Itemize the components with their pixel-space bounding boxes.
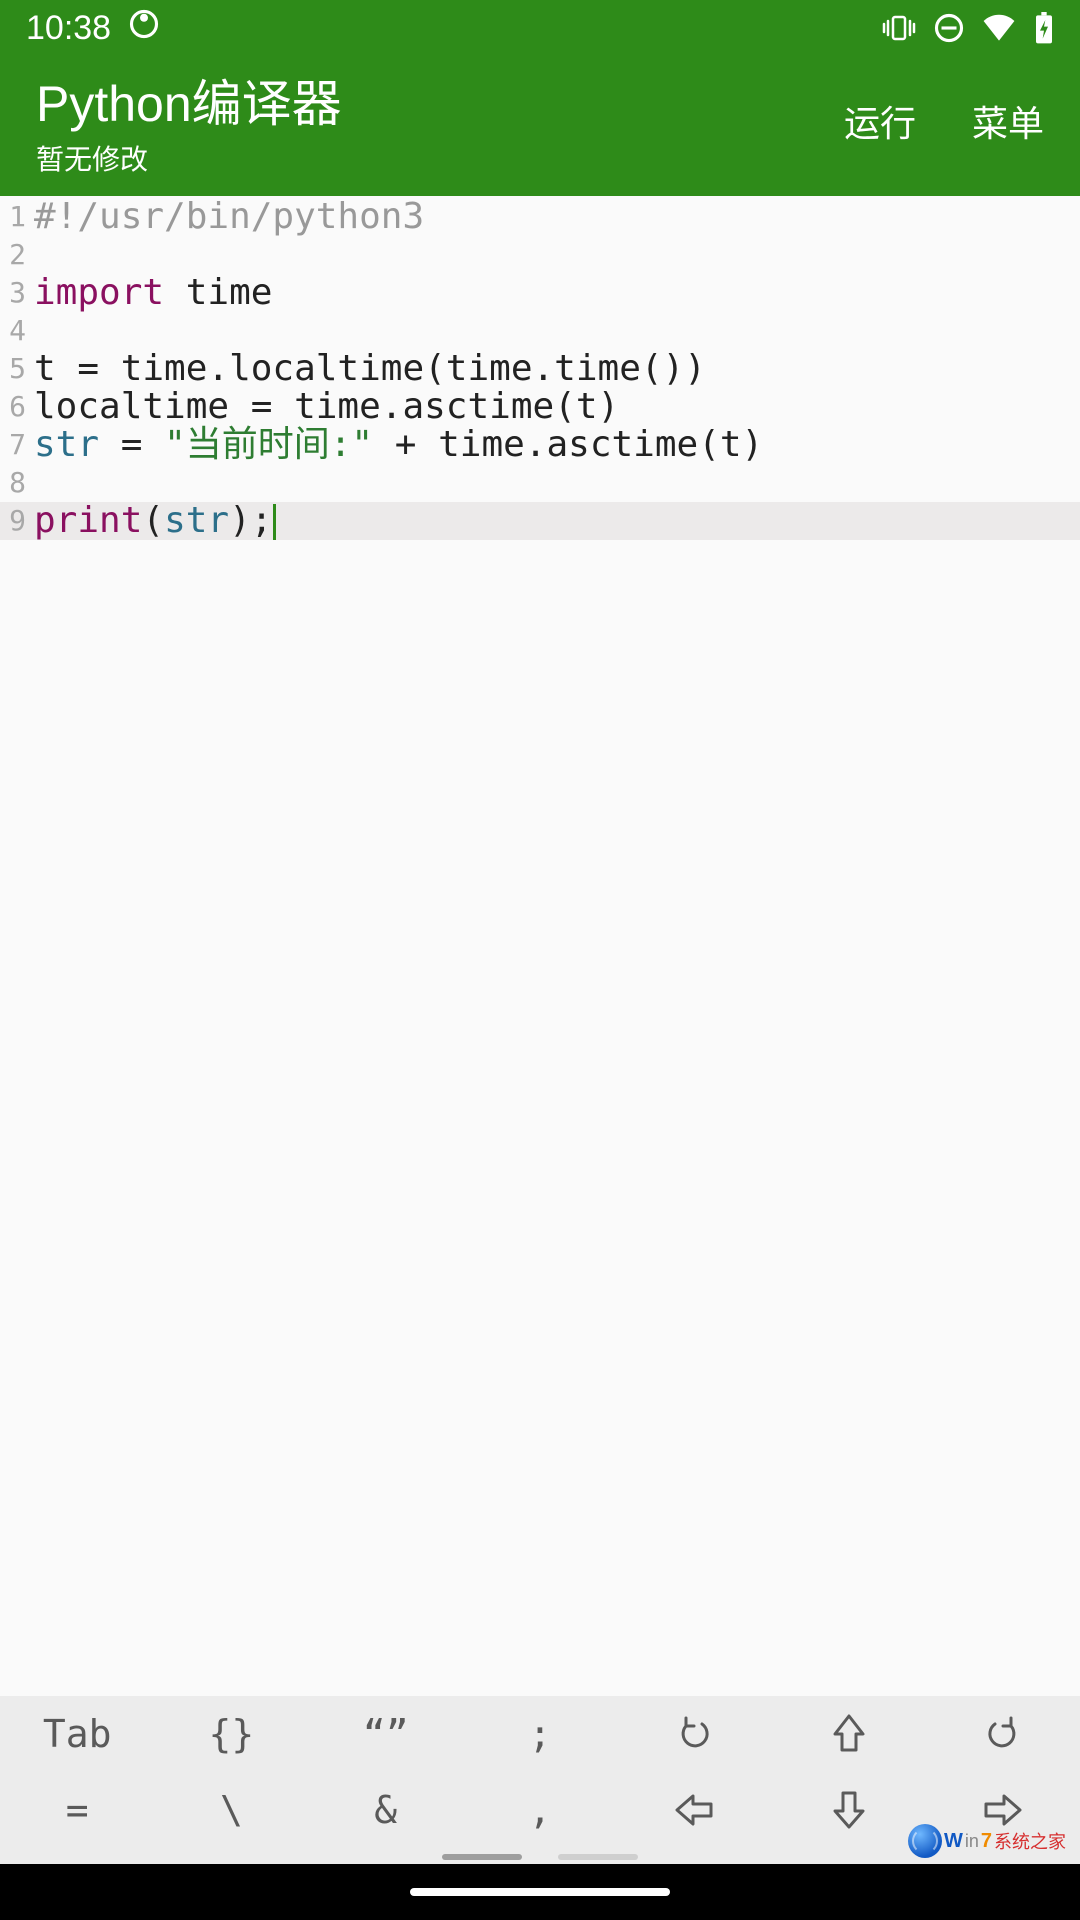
- line-number: 2: [0, 236, 30, 269]
- text-cursor: [273, 504, 276, 540]
- key-undo[interactable]: [617, 1696, 771, 1772]
- line-number: 7: [0, 426, 30, 459]
- line-number: 4: [0, 312, 30, 345]
- app-header: Python编译器 暂无修改 运行 菜单: [0, 56, 1080, 196]
- line-number: 5: [0, 350, 30, 383]
- key-ampersand[interactable]: &: [309, 1772, 463, 1848]
- code-line[interactable]: 4: [0, 312, 1080, 350]
- run-button[interactable]: 运行: [844, 95, 916, 147]
- line-number: 1: [0, 198, 30, 231]
- left-icon: [671, 1792, 717, 1828]
- key-redo[interactable]: [926, 1696, 1080, 1772]
- code-line[interactable]: 9print(str);: [0, 502, 1080, 540]
- code-line[interactable]: 5t = time.localtime(time.time()): [0, 350, 1080, 388]
- vibrate-icon: [882, 13, 916, 43]
- key-backslash[interactable]: \: [154, 1772, 308, 1848]
- line-number: 6: [0, 388, 30, 421]
- code-line[interactable]: 8: [0, 464, 1080, 502]
- code-content[interactable]: t = time.localtime(time.time()): [30, 350, 706, 388]
- key-down[interactable]: [771, 1772, 925, 1848]
- line-number: 8: [0, 464, 30, 497]
- right-icon: [980, 1792, 1026, 1828]
- line-number: 9: [0, 502, 30, 535]
- code-content[interactable]: localtime = time.asctime(t): [30, 388, 619, 426]
- code-line[interactable]: 7str = "当前时间:" + time.asctime(t): [0, 426, 1080, 464]
- globe-icon: [908, 1824, 942, 1858]
- app-title: Python编译器: [36, 64, 342, 136]
- code-line[interactable]: 2: [0, 236, 1080, 274]
- code-editor[interactable]: 1#!/usr/bin/python32 3import time4 5t = ti…: [0, 196, 1080, 540]
- key-braces[interactable]: {}: [154, 1696, 308, 1772]
- status-bar: 10:38: [0, 0, 1080, 56]
- key-tab[interactable]: Tab: [0, 1696, 154, 1772]
- code-line[interactable]: 6localtime = time.asctime(t): [0, 388, 1080, 426]
- code-content[interactable]: #!/usr/bin/python3: [30, 198, 424, 236]
- wifi-icon: [982, 14, 1016, 42]
- down-icon: [831, 1787, 867, 1833]
- key-left[interactable]: [617, 1772, 771, 1848]
- key-shift[interactable]: [771, 1696, 925, 1772]
- redo-icon: [983, 1714, 1023, 1754]
- battery-icon: [1034, 12, 1054, 44]
- nav-bar: [0, 1864, 1080, 1920]
- key-comma[interactable]: ,: [463, 1772, 617, 1848]
- app-subtitle: 暂无修改: [36, 138, 342, 178]
- code-content[interactable]: import time: [30, 274, 272, 312]
- menu-button[interactable]: 菜单: [972, 95, 1044, 147]
- home-indicator[interactable]: [410, 1888, 670, 1896]
- status-time: 10:38: [26, 9, 111, 48]
- code-content[interactable]: str = "当前时间:" + time.asctime(t): [30, 426, 763, 464]
- code-content[interactable]: print(str);: [30, 502, 276, 540]
- app-indicator-icon: [129, 9, 159, 48]
- shift-icon: [829, 1712, 869, 1756]
- key-quotes[interactable]: “”: [309, 1696, 463, 1772]
- code-line[interactable]: 1#!/usr/bin/python3: [0, 198, 1080, 236]
- accessory-row-1: Tab{}“”;: [0, 1696, 1080, 1772]
- key-semicolon[interactable]: ;: [463, 1696, 617, 1772]
- line-number: 3: [0, 274, 30, 307]
- watermark: W in 7 系统之家: [908, 1824, 1066, 1858]
- key-equals[interactable]: =: [0, 1772, 154, 1848]
- undo-icon: [674, 1714, 714, 1754]
- dnd-icon: [934, 13, 964, 43]
- code-line[interactable]: 3import time: [0, 274, 1080, 312]
